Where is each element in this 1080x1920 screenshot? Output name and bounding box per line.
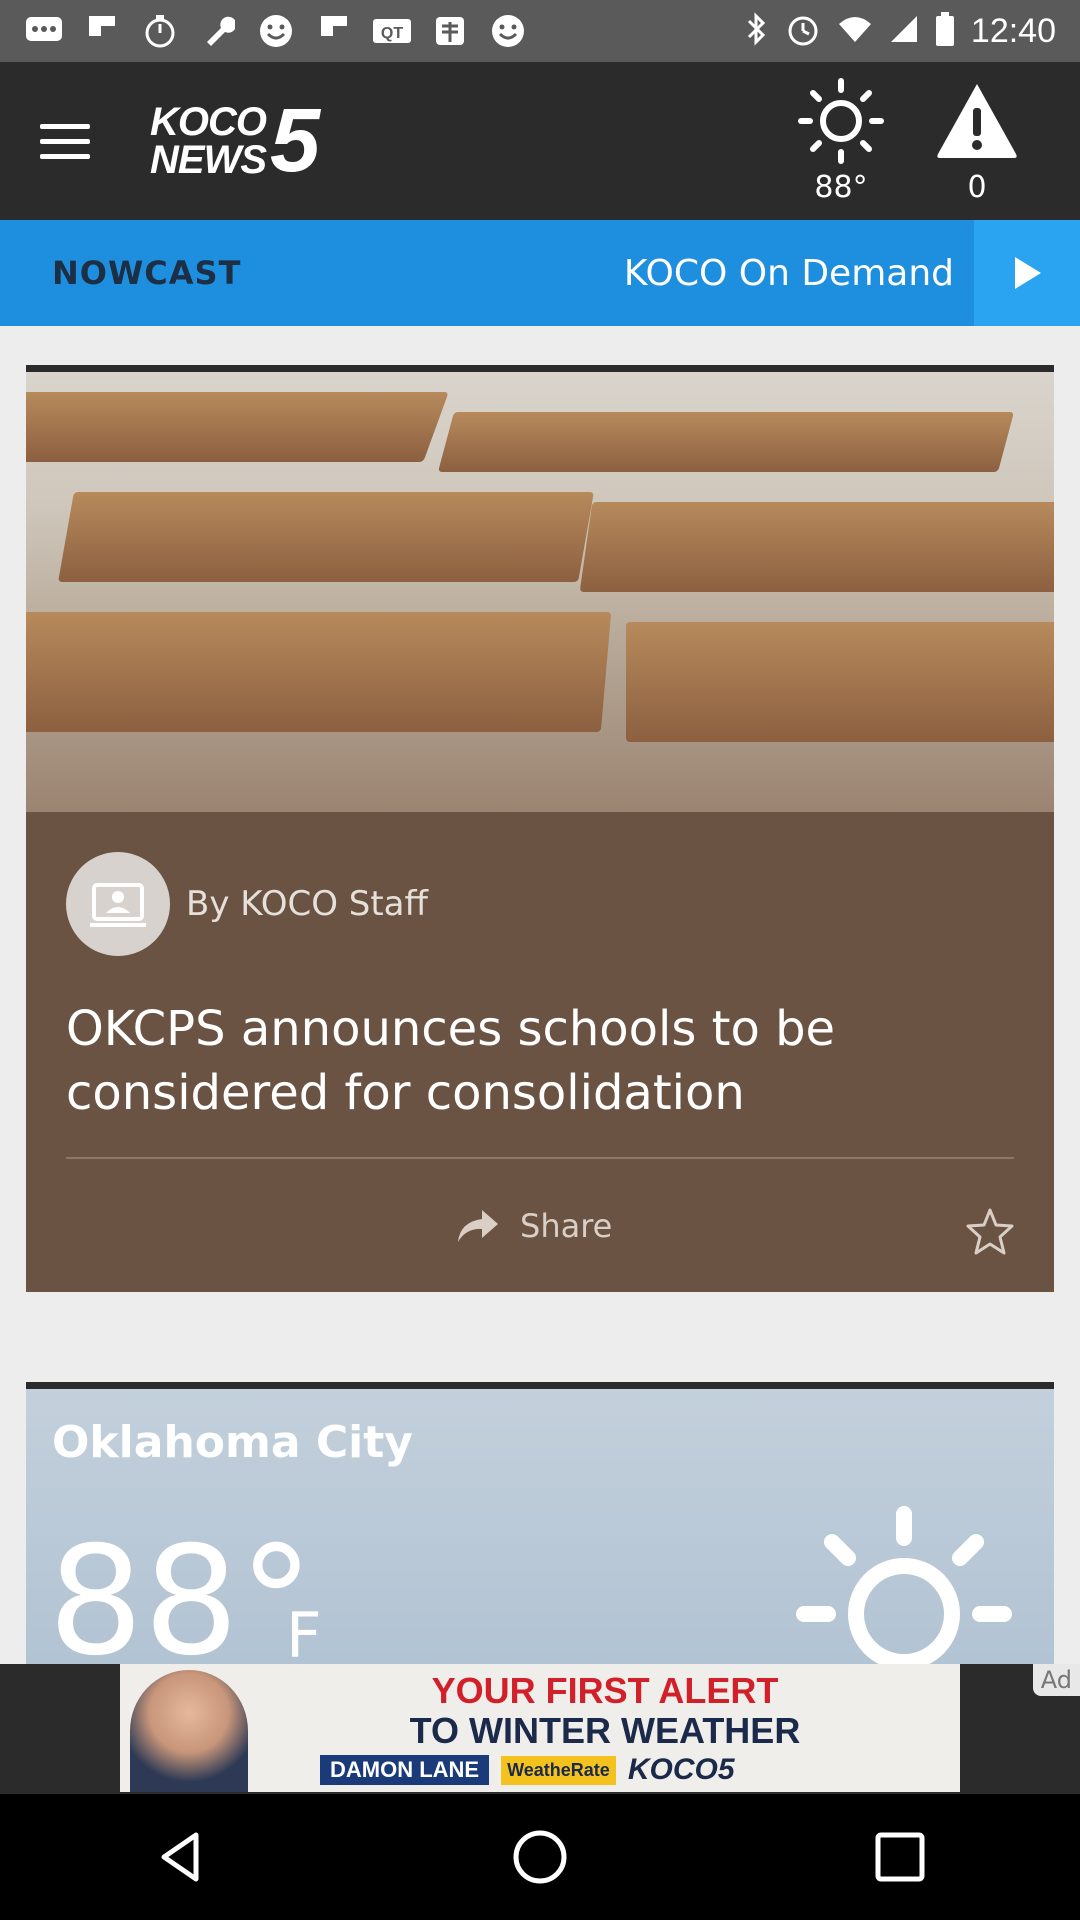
alert-triangle-icon [937,83,1017,158]
logo-number: 5 [270,90,321,191]
wifi-icon [837,14,873,48]
meteorologist-photo [130,1670,248,1792]
article-photo [26,372,1054,812]
article-card[interactable]: By KOCO Staff OKCPS announces schools to… [26,365,1054,1292]
staff-icon [90,883,146,927]
ad-label[interactable]: Ad [1032,1664,1080,1696]
bluetooth-icon [745,11,769,51]
author: By KOCO Staff [66,852,428,956]
ad-meteorologist-name: DAMON LANE [320,1755,490,1785]
divider [66,1157,1014,1159]
app-bar: KOCO NEWS 5 88° 0 [0,62,1080,220]
logo-line2: NEWS [150,138,267,182]
ad-brand: KOCO5 [627,1753,735,1786]
ad-bar: YOUR FIRST ALERT TO WINTER WEATHER DAMON… [0,1664,1080,1794]
signal-icon [889,14,919,48]
share-icon [458,1210,498,1242]
alerts-count: 0 [967,169,987,205]
nowcast-bar: NOWCAST KOCO On Demand [0,220,1080,326]
status-bar: QT 12:40 [0,0,1080,62]
weather-card[interactable]: Oklahoma City 88° F [26,1382,1054,1664]
smiley-icon [256,11,296,51]
alerts-button[interactable]: 0 [934,78,1020,205]
weather-temperature: 88° [48,1515,314,1664]
ad-banner[interactable]: YOUR FIRST ALERT TO WINTER WEATHER DAMON… [120,1664,960,1792]
avatar [66,852,170,956]
recents-icon[interactable] [870,1827,930,1887]
chat-icon [24,11,64,51]
chinese-app-icon [430,11,470,51]
weather-button[interactable]: 88° [798,77,884,205]
back-icon[interactable] [150,1827,210,1887]
qt-icon: QT [372,11,412,51]
logo-line1: KOCO [150,100,267,144]
on-demand-link[interactable]: KOCO On Demand [624,253,974,294]
weather-unit: F [286,1599,322,1664]
sun-icon [798,77,884,164]
system-navigation-bar [0,1794,1080,1920]
flipboard-icon [82,11,122,51]
battery-icon [935,12,955,50]
timer-icon [140,11,180,51]
alarm-icon [785,11,821,51]
notification-icons: QT [24,11,528,51]
home-icon[interactable] [510,1827,570,1887]
play-icon [1015,257,1041,289]
koco-news-5-logo: KOCO NEWS 5 [150,90,320,193]
ad-weatherate-badge: WeatheRate [501,1755,616,1785]
svg-text:QT: QT [381,25,403,42]
hamburger-menu-icon[interactable] [40,111,100,171]
ad-headline-1: YOUR FIRST ALERT [431,1670,779,1711]
author-name: By KOCO Staff [186,884,428,924]
nowcast-link[interactable]: NOWCAST [0,254,241,292]
status-time: 12:40 [970,11,1056,50]
favorite-star-icon[interactable] [964,1207,1016,1261]
weather-temp: 88° [814,169,868,205]
weather-city: Oklahoma City [52,1417,413,1468]
share-label: Share [520,1207,613,1245]
smiley-icon [488,11,528,51]
sun-icon [796,1506,1012,1664]
wrench-icon [198,11,238,51]
share-button[interactable]: Share [456,1207,612,1245]
play-button[interactable] [974,220,1080,326]
flipboard-icon [314,11,354,51]
ad-headline-2: TO WINTER WEATHER [409,1710,801,1751]
article-headline[interactable]: OKCPS announces schools to be considered… [66,997,1006,1125]
